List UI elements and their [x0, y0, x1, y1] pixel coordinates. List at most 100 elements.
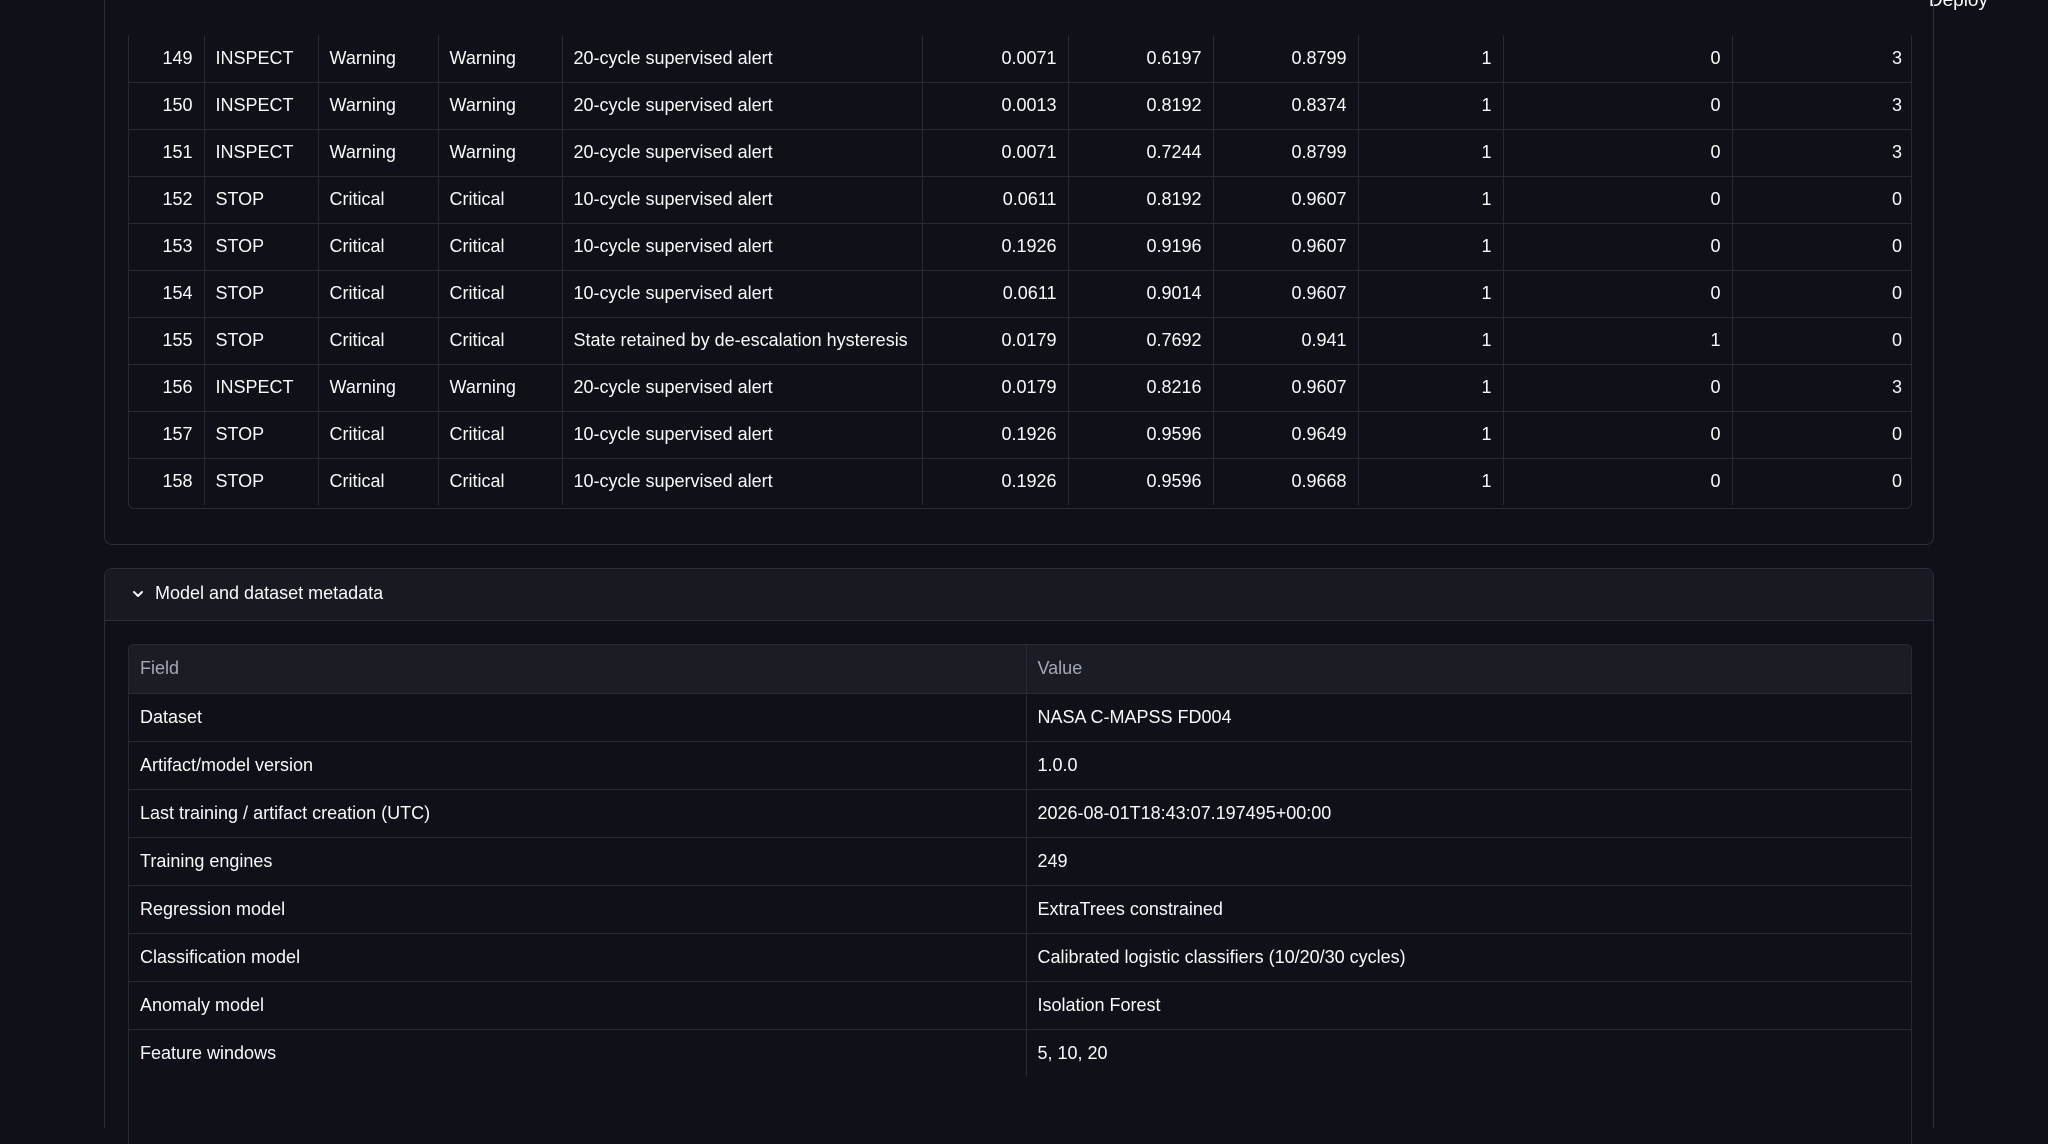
table-cell[interactable]: 0.0611: [922, 270, 1069, 318]
table-cell[interactable]: 1: [1358, 223, 1504, 271]
table-cell[interactable]: 1: [1358, 458, 1504, 505]
metadata-field-cell[interactable]: Classification model: [129, 933, 1027, 982]
table-cell[interactable]: 0.9607: [1213, 176, 1359, 224]
table-cell[interactable]: 10-cycle supervised alert: [562, 223, 923, 271]
table-cell[interactable]: 157: [129, 411, 205, 459]
table-cell[interactable]: INSPECT: [204, 364, 319, 412]
table-cell[interactable]: Warning: [438, 364, 563, 412]
table-cell[interactable]: 0.1926: [922, 223, 1069, 271]
column-header-value[interactable]: Value: [1026, 645, 1911, 694]
table-cell[interactable]: STOP: [204, 223, 319, 271]
table-cell[interactable]: 0.7692: [1068, 317, 1214, 365]
table-cell[interactable]: Critical: [438, 411, 563, 459]
table-cell[interactable]: 10-cycle supervised alert: [562, 411, 923, 459]
table-cell[interactable]: 150: [129, 82, 205, 130]
table-cell[interactable]: INSPECT: [204, 35, 319, 83]
table-cell[interactable]: 0.9607: [1213, 364, 1359, 412]
table-cell[interactable]: Warning: [318, 129, 439, 177]
table-cell[interactable]: 0.0611: [922, 176, 1069, 224]
table-cell[interactable]: 0: [1503, 223, 1733, 271]
table-cell[interactable]: 1: [1358, 411, 1504, 459]
table-cell[interactable]: Critical: [318, 317, 439, 365]
table-cell[interactable]: 0.0013: [922, 82, 1069, 130]
table-cell[interactable]: 153: [129, 223, 205, 271]
metadata-expander-header[interactable]: Model and dataset metadata: [105, 569, 1933, 621]
table-cell[interactable]: STOP: [204, 317, 319, 365]
table-cell[interactable]: INSPECT: [204, 82, 319, 130]
table-cell[interactable]: 0.9014: [1068, 270, 1214, 318]
table-cell[interactable]: 0.0071: [922, 35, 1069, 83]
table-cell[interactable]: 0.1926: [922, 411, 1069, 459]
table-cell[interactable]: 1: [1358, 176, 1504, 224]
table-cell[interactable]: 0.8192: [1068, 82, 1214, 130]
table-cell[interactable]: 0: [1503, 129, 1733, 177]
table-cell[interactable]: 20-cycle supervised alert: [562, 35, 923, 83]
table-cell[interactable]: Critical: [318, 458, 439, 505]
table-cell[interactable]: 0: [1503, 364, 1733, 412]
table-cell[interactable]: Critical: [438, 223, 563, 271]
table-cell[interactable]: 0.0179: [922, 317, 1069, 365]
table-cell[interactable]: 158: [129, 458, 205, 505]
metadata-value-cell[interactable]: Isolation Forest: [1026, 981, 1911, 1030]
metadata-field-cell[interactable]: Regression model: [129, 885, 1027, 934]
metadata-field-cell[interactable]: Training engines: [129, 837, 1027, 886]
metadata-value-cell[interactable]: 1.0.0: [1026, 741, 1911, 790]
table-cell[interactable]: 152: [129, 176, 205, 224]
metadata-value-cell[interactable]: ExtraTrees constrained: [1026, 885, 1911, 934]
table-cell[interactable]: 156: [129, 364, 205, 412]
table-cell[interactable]: Critical: [438, 458, 563, 505]
table-cell[interactable]: 0: [1732, 411, 1911, 459]
table-cell[interactable]: 20-cycle supervised alert: [562, 364, 923, 412]
metadata-value-cell[interactable]: 249: [1026, 837, 1911, 886]
table-cell[interactable]: INSPECT: [204, 129, 319, 177]
table-cell[interactable]: 1: [1358, 270, 1504, 318]
table-cell[interactable]: 0: [1503, 176, 1733, 224]
table-cell[interactable]: 1: [1358, 35, 1504, 83]
table-cell[interactable]: Warning: [318, 364, 439, 412]
table-cell[interactable]: Warning: [438, 129, 563, 177]
table-cell[interactable]: Critical: [318, 223, 439, 271]
table-cell[interactable]: Critical: [438, 317, 563, 365]
table-cell[interactable]: 1: [1358, 82, 1504, 130]
metadata-field-cell[interactable]: Dataset: [129, 693, 1027, 742]
table-cell[interactable]: 151: [129, 129, 205, 177]
table-cell[interactable]: 0.9607: [1213, 223, 1359, 271]
table-cell[interactable]: 0: [1732, 317, 1911, 365]
table-cell[interactable]: 10-cycle supervised alert: [562, 176, 923, 224]
table-cell[interactable]: 155: [129, 317, 205, 365]
table-cell[interactable]: 10-cycle supervised alert: [562, 458, 923, 505]
metadata-field-cell[interactable]: Artifact/model version: [129, 741, 1027, 790]
metadata-value-cell[interactable]: NASA C-MAPSS FD004: [1026, 693, 1911, 742]
table-cell[interactable]: Critical: [318, 270, 439, 318]
table-cell[interactable]: 0.9668: [1213, 458, 1359, 505]
table-cell[interactable]: 20-cycle supervised alert: [562, 129, 923, 177]
table-cell[interactable]: 0.1926: [922, 458, 1069, 505]
table-cell[interactable]: 3: [1732, 35, 1911, 83]
table-cell[interactable]: 3: [1732, 129, 1911, 177]
table-cell[interactable]: Warning: [438, 82, 563, 130]
table-cell[interactable]: 3: [1732, 82, 1911, 130]
table-cell[interactable]: 0.6197: [1068, 35, 1214, 83]
metadata-field-cell[interactable]: Feature windows: [129, 1029, 1027, 1077]
table-cell[interactable]: 0.8799: [1213, 35, 1359, 83]
deploy-button[interactable]: Deploy: [1929, 0, 1988, 12]
table-cell[interactable]: 0: [1732, 270, 1911, 318]
table-cell[interactable]: 1: [1358, 317, 1504, 365]
table-cell[interactable]: 0.8799: [1213, 129, 1359, 177]
alerts-table[interactable]: 149 INSPECT Warning Warning 20-cycle supervi…: [128, 35, 1912, 509]
table-cell[interactable]: 0.9196: [1068, 223, 1214, 271]
table-cell[interactable]: 149: [129, 35, 205, 83]
table-cell[interactable]: 0: [1503, 411, 1733, 459]
column-header-field[interactable]: Field: [129, 645, 1027, 694]
table-cell[interactable]: 3: [1732, 364, 1911, 412]
table-cell[interactable]: 0: [1503, 35, 1733, 83]
table-cell[interactable]: 0.9649: [1213, 411, 1359, 459]
metadata-value-cell[interactable]: 2026-08-01T18:43:07.197495+00:00: [1026, 789, 1911, 838]
table-cell[interactable]: Critical: [438, 270, 563, 318]
table-cell[interactable]: 10-cycle supervised alert: [562, 270, 923, 318]
table-cell[interactable]: STOP: [204, 411, 319, 459]
table-cell[interactable]: 0.0179: [922, 364, 1069, 412]
table-cell[interactable]: 0.941: [1213, 317, 1359, 365]
table-cell[interactable]: 0: [1732, 176, 1911, 224]
table-cell[interactable]: 0: [1503, 458, 1733, 505]
